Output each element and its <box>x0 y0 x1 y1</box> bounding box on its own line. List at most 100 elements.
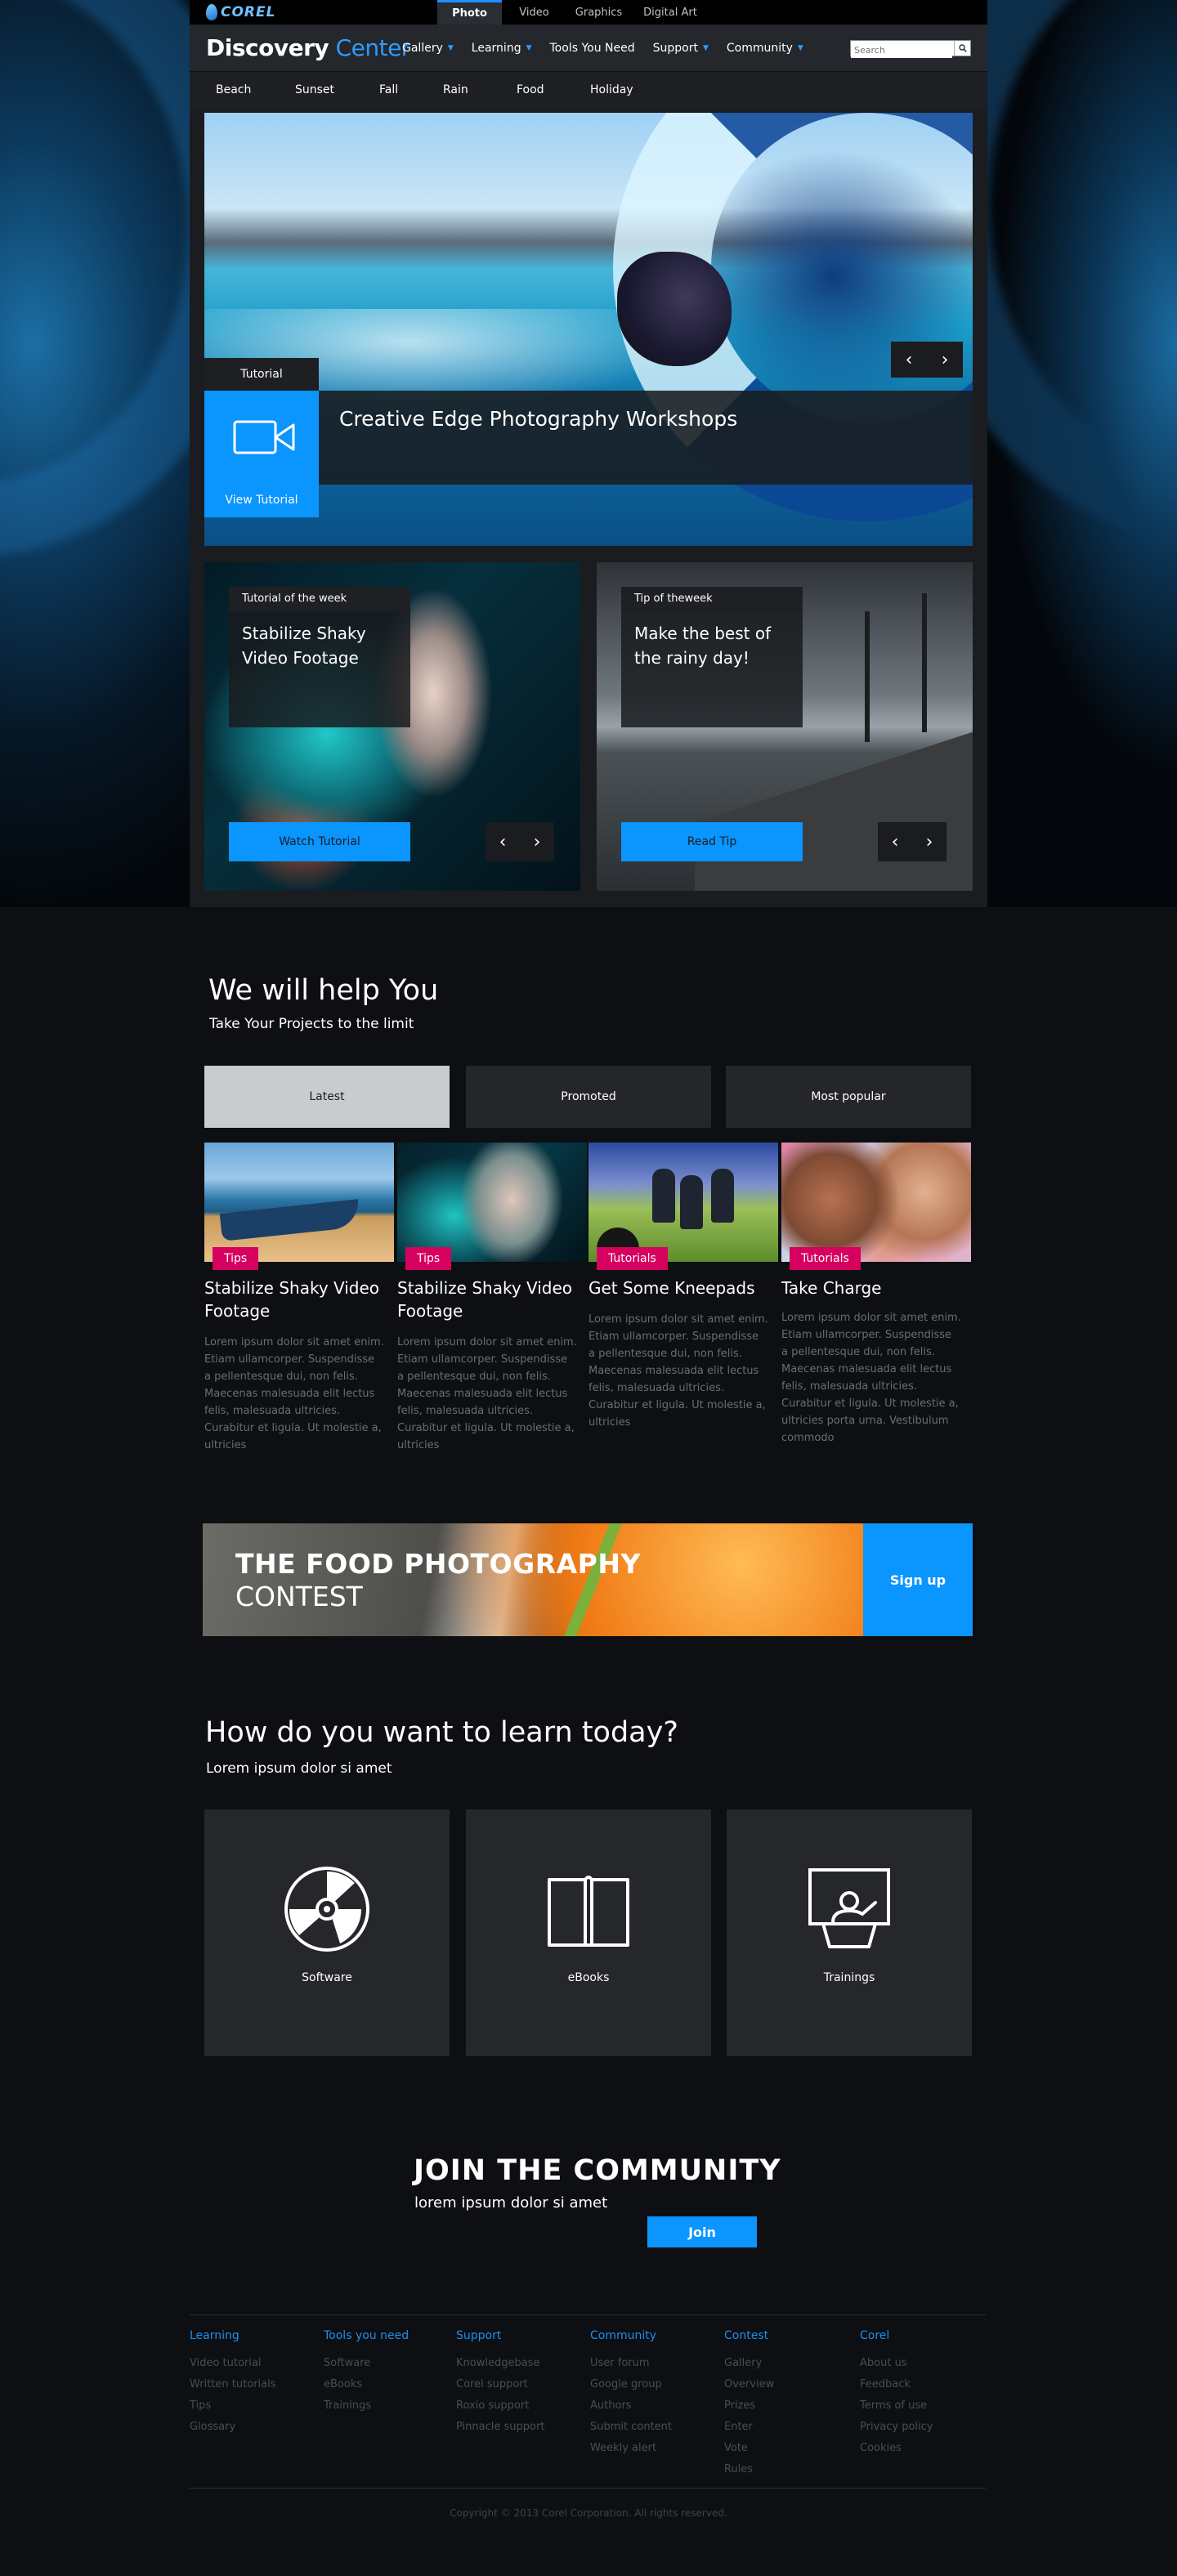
search-input[interactable] <box>851 42 952 58</box>
footer-link[interactable]: Weekly alert <box>590 2440 713 2460</box>
photo-figure <box>711 1169 734 1223</box>
post-tag[interactable]: Tips <box>213 1247 259 1270</box>
search-box <box>850 40 971 58</box>
site-title[interactable]: Discovery Center <box>206 34 410 61</box>
footer-link[interactable]: Roxio support <box>456 2398 579 2417</box>
next-arrow-icon[interactable]: › <box>520 822 554 861</box>
footer-link[interactable]: Knowledgebase <box>456 2355 579 2375</box>
footer-link[interactable]: eBooks <box>324 2377 446 2396</box>
nav-learning[interactable]: Learning ▼ <box>472 42 532 55</box>
nav-support[interactable]: Support ▼ <box>653 42 709 55</box>
footer-heading[interactable]: Support <box>456 2329 579 2354</box>
category-food[interactable]: Food <box>517 83 544 96</box>
hero-caption-band <box>204 391 973 485</box>
category-rain[interactable]: Rain <box>443 83 468 96</box>
prev-arrow-icon[interactable]: ‹ <box>486 822 520 861</box>
nav-community[interactable]: Community ▼ <box>727 42 803 55</box>
hero-prev-arrow-icon[interactable]: ‹ <box>891 342 927 378</box>
post-card[interactable]: Tips Stabilize Shaky Video Footage Lorem… <box>397 1143 587 1454</box>
footer-heading[interactable]: Corel <box>860 2329 982 2354</box>
footer-link[interactable]: Software <box>324 2355 446 2375</box>
food-contest-banner[interactable]: THE FOOD PHOTOGRAPHY CONTEST Sign up <box>203 1523 973 1636</box>
post-thumbnail[interactable]: Tutorials <box>588 1143 778 1270</box>
learn-card-trainings[interactable]: Trainings <box>727 1809 972 2056</box>
post-card[interactable]: Tutorials Get Some Kneepads Lorem ipsum … <box>588 1143 778 1431</box>
footer-link[interactable]: Overview <box>724 2377 847 2396</box>
product-tab-graphics[interactable]: Graphics <box>566 0 631 25</box>
footer-link[interactable]: About us <box>860 2355 982 2375</box>
feature-title[interactable]: Make the best of the rainy day! <box>634 621 794 670</box>
footer-link[interactable]: User forum <box>590 2355 713 2375</box>
feature-title[interactable]: Stabilize Shaky Video Footage <box>242 621 402 670</box>
footer-heading[interactable]: Contest <box>724 2329 847 2354</box>
view-tutorial-label: View Tutorial <box>225 494 298 507</box>
footer-link[interactable]: Rules <box>724 2462 847 2481</box>
learn-card-software[interactable]: Software <box>204 1809 450 2056</box>
tab-promoted[interactable]: Promoted <box>466 1066 711 1128</box>
nav-tools[interactable]: Tools You Need <box>550 42 635 55</box>
tab-latest[interactable]: Latest <box>204 1066 450 1128</box>
footer-link[interactable]: Feedback <box>860 2377 982 2396</box>
learn-card-ebooks[interactable]: eBooks <box>466 1809 711 2056</box>
post-thumbnail[interactable]: Tips <box>397 1143 587 1270</box>
help-section-title: We will help You <box>208 974 439 1007</box>
corel-logo[interactable]: COREL <box>206 2 275 22</box>
post-thumbnail[interactable]: Tutorials <box>781 1143 971 1270</box>
post-card[interactable]: Tips Stabilize Shaky Video Footage Lorem… <box>204 1143 394 1454</box>
hero-headline[interactable]: Creative Edge Photography Workshops <box>339 407 737 431</box>
category-fall[interactable]: Fall <box>379 83 398 96</box>
product-tab-digital-art[interactable]: Digital Art <box>631 0 709 25</box>
footer-link[interactable]: Cookies <box>860 2440 982 2460</box>
tab-most-popular[interactable]: Most popular <box>726 1066 971 1128</box>
footer-link[interactable]: Trainings <box>324 2398 446 2417</box>
post-tag[interactable]: Tips <box>405 1247 452 1270</box>
feature-kicker: Tutorial of the week <box>229 587 410 611</box>
join-button[interactable]: Join <box>647 2216 757 2247</box>
sign-up-button[interactable]: Sign up <box>863 1523 973 1636</box>
footer-link[interactable]: Vote <box>724 2440 847 2460</box>
product-tab-video[interactable]: Video <box>502 0 566 25</box>
post-title[interactable]: Stabilize Shaky Video Footage <box>204 1277 384 1322</box>
footer-link[interactable]: Glossary <box>190 2419 312 2439</box>
view-tutorial-button[interactable]: View Tutorial <box>204 391 319 517</box>
footer-link[interactable]: Corel support <box>456 2377 579 2396</box>
footer-heading[interactable]: Community <box>590 2329 713 2354</box>
feature-tip-of-week: Tip of theweek Make the best of the rain… <box>597 562 973 891</box>
post-tag[interactable]: Tutorials <box>790 1247 861 1270</box>
prev-arrow-icon[interactable]: ‹ <box>878 822 912 861</box>
search-icon[interactable] <box>954 41 970 56</box>
footer-heading[interactable]: Tools you need <box>324 2329 446 2354</box>
footer-link[interactable]: Submit content <box>590 2419 713 2439</box>
watch-tutorial-button[interactable]: Watch Tutorial <box>229 822 410 861</box>
photo-figure <box>680 1175 703 1229</box>
footer-link[interactable]: Terms of use <box>860 2398 982 2417</box>
post-title[interactable]: Take Charge <box>781 1277 961 1299</box>
category-holiday[interactable]: Holiday <box>590 83 633 96</box>
category-sunset[interactable]: Sunset <box>295 83 334 96</box>
footer-link[interactable]: Privacy policy <box>860 2419 982 2439</box>
hero-next-arrow-icon[interactable]: › <box>927 342 963 378</box>
nav-gallery[interactable]: Gallery ▼ <box>402 42 454 55</box>
next-arrow-icon[interactable]: › <box>912 822 947 861</box>
footer-link[interactable]: Google group <box>590 2377 713 2396</box>
footer-heading[interactable]: Learning <box>190 2329 312 2354</box>
footer-link[interactable]: Authors <box>590 2398 713 2417</box>
nav-tools-label: Tools You Need <box>549 42 635 55</box>
product-tab-photo[interactable]: Photo <box>437 0 502 25</box>
hero-slider: Tutorial View Tutorial Creative Edge Pho… <box>204 113 973 546</box>
footer-link[interactable]: Written tutorials <box>190 2377 312 2396</box>
read-tip-button[interactable]: Read Tip <box>621 822 803 861</box>
footer-link[interactable]: Pinnacle support <box>456 2419 579 2439</box>
post-card[interactable]: Tutorials Take Charge Lorem ipsum dolor … <box>781 1143 971 1447</box>
post-tag[interactable]: Tutorials <box>597 1247 668 1270</box>
footer-link[interactable]: Tips <box>190 2398 312 2417</box>
footer-link[interactable]: Prizes <box>724 2398 847 2417</box>
category-beach[interactable]: Beach <box>216 83 251 96</box>
post-title[interactable]: Stabilize Shaky Video Footage <box>397 1277 577 1322</box>
footer-link[interactable]: Gallery <box>724 2355 847 2375</box>
book-icon <box>548 1876 629 1947</box>
footer-link[interactable]: Video tutorial <box>190 2355 312 2375</box>
post-title[interactable]: Get Some Kneepads <box>588 1277 768 1299</box>
footer-link[interactable]: Enter <box>724 2419 847 2439</box>
post-thumbnail[interactable]: Tips <box>204 1143 394 1270</box>
